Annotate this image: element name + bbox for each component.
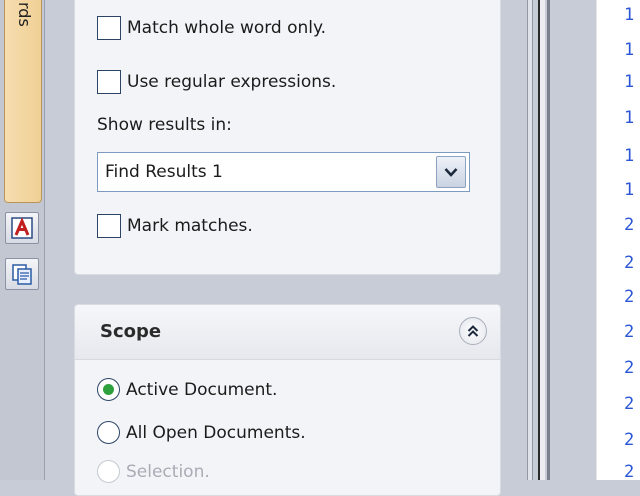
line-number: 2 (624, 215, 635, 235)
all-open-documents-radio[interactable] (97, 421, 120, 444)
line-number: 1 (624, 146, 635, 166)
use-regex-checkbox[interactable] (97, 70, 121, 94)
mark-matches-label: Mark matches. (127, 216, 253, 236)
match-whole-word-row[interactable]: Match whole word only. (97, 16, 326, 40)
dropdown-button[interactable] (436, 156, 466, 188)
red-a-icon (11, 217, 33, 239)
double-chevron-up-icon (467, 325, 479, 337)
mark-matches-row[interactable]: Mark matches. (97, 214, 253, 238)
tab-document-icon[interactable] (5, 258, 39, 290)
line-number: 1 (624, 180, 635, 200)
scope-title: Scope (100, 321, 162, 342)
find-options-group: Match whole word only. Use regular expre… (74, 0, 501, 275)
scope-group: Scope Active Document. All Open Document… (74, 304, 501, 496)
line-number: 2 (624, 394, 635, 414)
line-number: 1 (624, 5, 635, 25)
collapse-scope-button[interactable] (459, 317, 487, 345)
line-number: 1 (624, 72, 635, 92)
documents-icon (12, 264, 32, 285)
match-whole-word-label: Match whole word only. (127, 18, 327, 38)
tool-window-tab-strip: rds (0, 0, 45, 480)
scope-option-active-document[interactable]: Active Document. (97, 378, 277, 401)
results-dropdown-value: Find Results 1 (105, 162, 223, 182)
line-number: 2 (624, 430, 635, 450)
find-options-pane: Match whole word only. Use regular expre… (58, 0, 516, 496)
side-tab[interactable]: rds (4, 0, 42, 203)
show-results-caption: Show results in: (97, 115, 232, 135)
line-number: 2 (624, 358, 635, 378)
all-open-documents-label: All Open Documents. (126, 422, 306, 443)
pane-splitter[interactable] (527, 0, 533, 480)
line-number: 2 (624, 253, 635, 273)
tab-font-icon[interactable] (5, 212, 39, 244)
side-tab-label: rds (15, 2, 34, 27)
line-number: 1 (624, 108, 635, 128)
match-whole-word-checkbox[interactable] (97, 16, 121, 40)
line-number: 1 (624, 40, 635, 60)
selection-label: Selection. (126, 461, 210, 482)
scope-option-all-open-documents[interactable]: All Open Documents. (97, 421, 306, 444)
scope-header: Scope (75, 305, 500, 360)
line-number: 2 (624, 322, 635, 342)
results-dropdown[interactable]: Find Results 1 (97, 152, 470, 192)
mark-matches-checkbox[interactable] (97, 214, 121, 238)
editor-gutter: 1 1 1 1 1 1 2 2 2 2 2 2 2 2 (596, 0, 640, 482)
chevron-down-icon (444, 168, 458, 177)
window-edge (547, 0, 550, 480)
use-regex-row[interactable]: Use regular expressions. (97, 70, 336, 94)
active-document-radio[interactable] (97, 378, 120, 401)
use-regex-label: Use regular expressions. (127, 72, 337, 92)
active-document-label: Active Document. (126, 379, 278, 400)
line-number: 2 (624, 462, 635, 482)
line-number: 2 (624, 287, 635, 307)
window-border (538, 0, 545, 480)
